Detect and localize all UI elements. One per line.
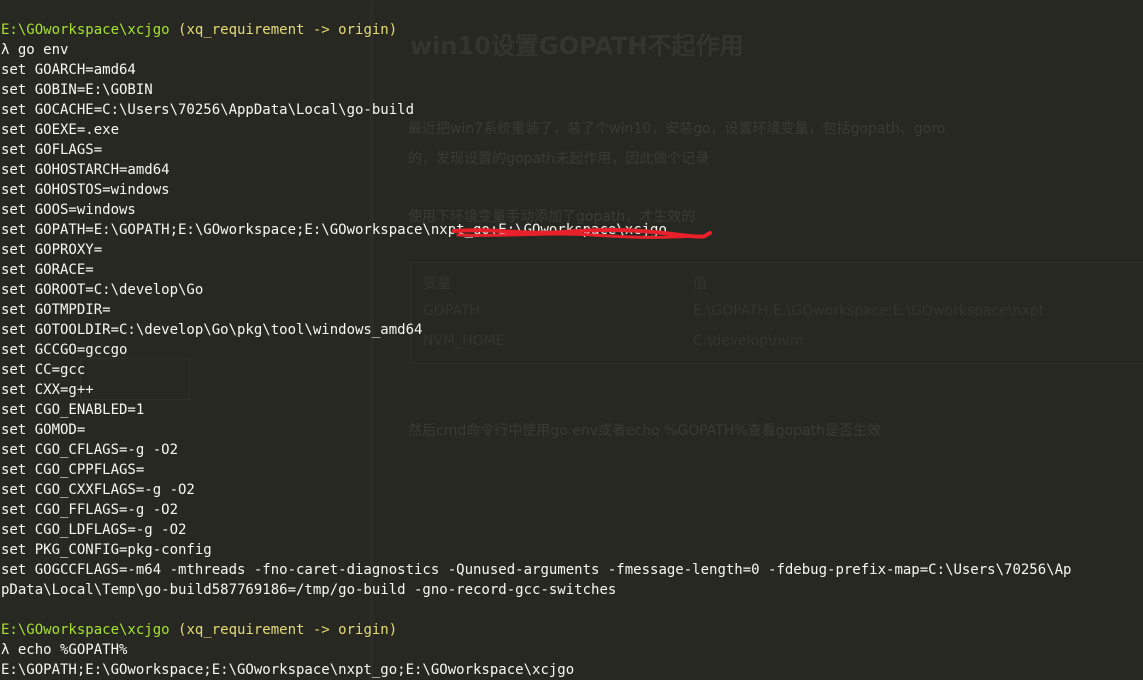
output-line: set GOPROXY= <box>1 242 103 258</box>
output-line: set GOTOOLDIR=C:\develop\Go\pkg\tool\win… <box>1 322 423 338</box>
prompt-path: E:\GOworkspace\xcjgo <box>1 22 170 38</box>
output-line: set GOCACHE=C:\Users\70256\AppData\Local… <box>1 102 415 118</box>
output-line: set GOHOSTOS=windows <box>1 182 170 198</box>
output-line: set CGO_CFLAGS=-g -O2 <box>1 442 179 458</box>
prompt-path: E:\GOworkspace\xcjgo <box>1 622 170 638</box>
output-line: set GOBIN=E:\GOBIN <box>1 82 153 98</box>
output-line: set GORACE= <box>1 262 94 278</box>
output-line: set CGO_ENABLED=1 <box>1 402 145 418</box>
output-line: set CGO_FFLAGS=-g -O2 <box>1 502 179 518</box>
output-line: set GCCGO=gccgo <box>1 342 128 358</box>
output-line: set GOEXE=.exe <box>1 122 120 138</box>
terminal-output[interactable]: E:\GOworkspace\xcjgo (xq_requirement -> … <box>1 20 1071 680</box>
command-line: λ go env <box>1 42 69 58</box>
output-line: set CC=gcc <box>1 362 86 378</box>
prompt-branch: (xq_requirement -> origin) <box>178 22 398 38</box>
output-line: set CGO_CXXFLAGS=-g -O2 <box>1 482 195 498</box>
output-line: pData\Local\Temp\go-build587769186=/tmp/… <box>1 582 617 598</box>
terminal-window[interactable]: win10设置GOPATH不起作用 最近把win7系统重装了，装了个win10，… <box>0 0 1143 680</box>
output-line: set CGO_CPPFLAGS= <box>1 462 145 478</box>
command-line: λ echo %GOPATH% <box>1 642 128 658</box>
prompt-branch: (xq_requirement -> origin) <box>178 622 398 638</box>
output-line: set GOARCH=amd64 <box>1 62 136 78</box>
redaction-scribble <box>452 227 712 239</box>
output-line: set GOGCCFLAGS=-m64 -mthreads -fno-caret… <box>1 562 1072 578</box>
output-line: set GOHOSTARCH=amd64 <box>1 162 170 178</box>
output-line: set GOTMPDIR= <box>1 302 111 318</box>
prompt-line: E:\GOworkspace\xcjgo (xq_requirement -> … <box>1 620 1071 640</box>
output-line: E:\GOPATH;E:\GOworkspace;E:\GOworkspace\… <box>1 662 575 678</box>
output-line: set PKG_CONFIG=pkg-config <box>1 542 212 558</box>
output-line: set GOMOD= <box>1 422 86 438</box>
output-line: set CGO_LDFLAGS=-g -O2 <box>1 522 187 538</box>
output-line: set GOFLAGS= <box>1 142 103 158</box>
prompt-line: E:\GOworkspace\xcjgo (xq_requirement -> … <box>1 20 1071 40</box>
output-line: set GOOS=windows <box>1 202 136 218</box>
output-line: set CXX=g++ <box>1 382 94 398</box>
output-line: set GOROOT=C:\develop\Go <box>1 282 204 298</box>
